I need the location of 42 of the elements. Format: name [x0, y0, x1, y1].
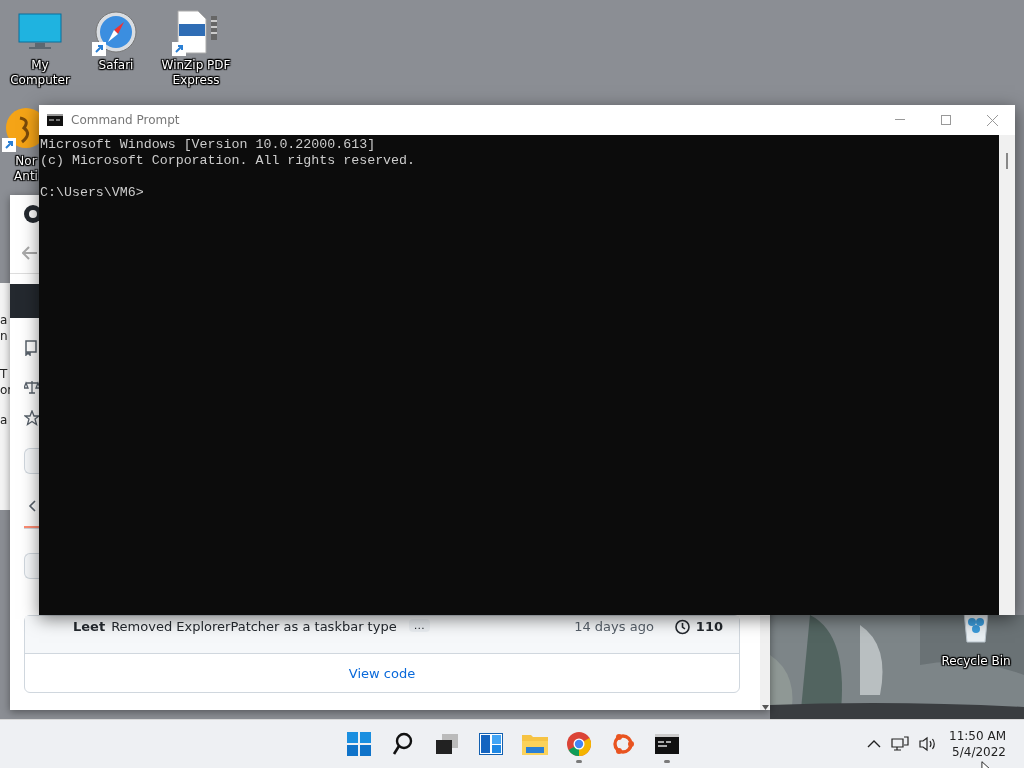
monitor-icon [18, 12, 62, 52]
scrollbar[interactable] [999, 135, 1015, 615]
terminal-icon [47, 114, 63, 126]
star-icon [24, 410, 40, 426]
minimize-icon [895, 119, 905, 121]
text-fragment: n [0, 329, 9, 343]
compass-icon [94, 10, 138, 54]
network-icon[interactable] [889, 734, 912, 754]
view-code-link[interactable]: View code [342, 654, 422, 692]
dropdown-button[interactable] [24, 448, 40, 474]
clock[interactable]: 11:50 AM 5/4/2022 [945, 728, 1010, 760]
terminal-icon [654, 734, 679, 754]
task-view-icon [435, 734, 458, 754]
commit-age: 14 days ago [574, 619, 654, 634]
back-arrow-icon[interactable] [22, 246, 38, 260]
console-line: Microsoft Windows [Version 10.0.22000.613] [40, 137, 377, 153]
search-icon [391, 732, 414, 756]
window-title: Command Prompt [71, 113, 180, 127]
chrome-icon [566, 732, 591, 756]
commit-count[interactable]: 110 [695, 619, 723, 634]
scrollbar[interactable] [760, 616, 770, 710]
scroll-down-icon [761, 705, 769, 710]
text-fragment: a [0, 413, 9, 427]
scale-icon [24, 380, 40, 394]
icon-label[interactable]: Recycle Bin [941, 654, 1011, 669]
text-fragment: T [0, 367, 9, 381]
commit-author[interactable]: Leet [73, 619, 106, 634]
close-icon [986, 114, 998, 126]
console-prompt[interactable]: C:\Users\VM6> [40, 185, 999, 201]
text-fragment: a [0, 313, 9, 327]
maximize-icon [941, 115, 951, 125]
ubuntu-logo-icon [610, 732, 635, 756]
branch-button[interactable] [24, 553, 40, 579]
expand-button[interactable]: … [408, 619, 430, 632]
commit-message[interactable]: Removed ExplorerPatcher as a taskbar type [111, 619, 397, 634]
widgets-icon [478, 733, 503, 755]
history-icon [673, 619, 690, 635]
windows-logo-icon [346, 732, 371, 756]
chevron-left-icon [28, 500, 36, 512]
console-line: (c) Microsoft Corporation. All rights reserved. [40, 153, 417, 169]
folder-icon [521, 733, 548, 755]
repo-icon [24, 340, 38, 356]
